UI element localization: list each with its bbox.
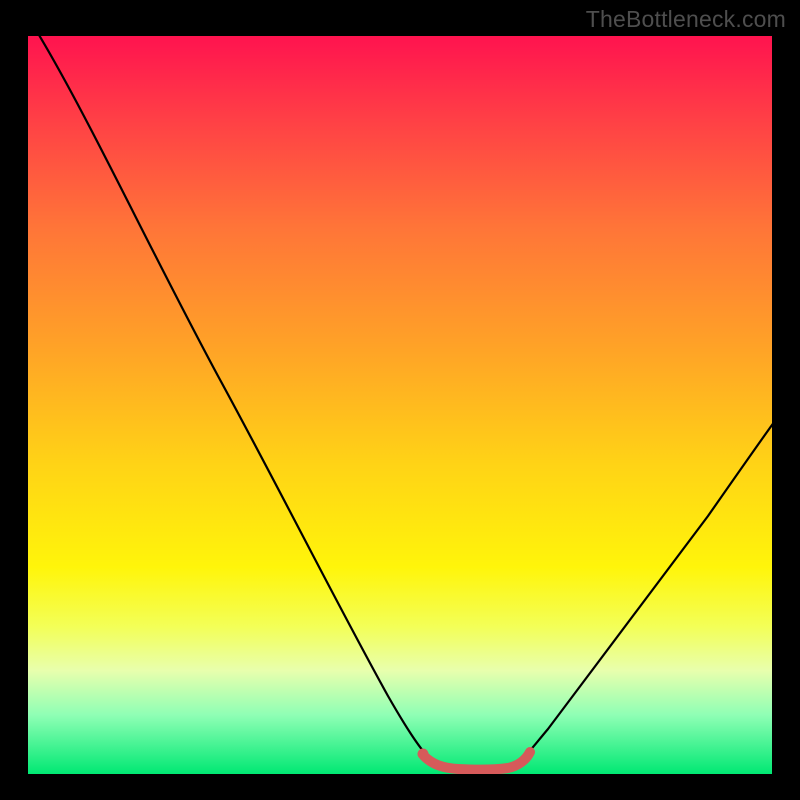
optimal-zone-left-dot xyxy=(418,749,429,760)
chart-plot-area xyxy=(28,36,772,774)
optimal-zone-marker-path xyxy=(424,752,530,770)
chart-frame: TheBottleneck.com xyxy=(0,0,800,800)
chart-svg xyxy=(28,36,772,774)
bottleneck-curve-path xyxy=(36,36,772,769)
watermark-text: TheBottleneck.com xyxy=(586,6,786,33)
